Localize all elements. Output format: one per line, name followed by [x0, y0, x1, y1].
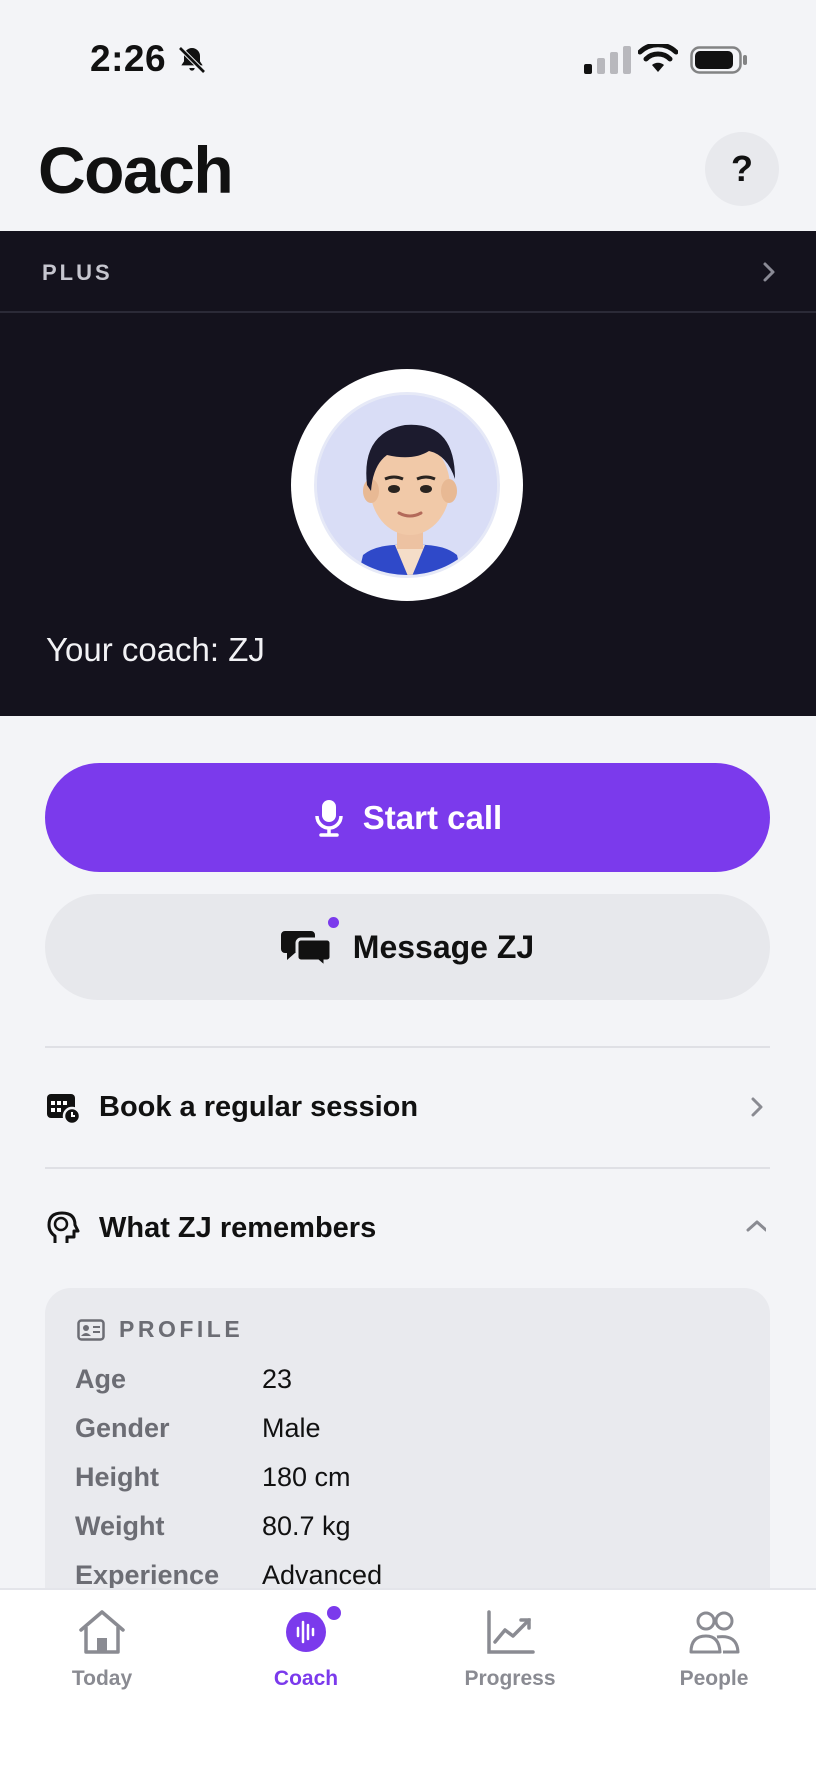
message-coach-label: Message ZJ	[352, 928, 535, 965]
field-label: Gender	[75, 1413, 170, 1443]
start-call-button[interactable]: Start call	[45, 763, 770, 872]
divider	[45, 1046, 770, 1048]
status-time: 2:26	[90, 38, 167, 79]
tab-coach[interactable]: Coach	[236, 1606, 376, 1691]
chevron-right-icon	[763, 262, 775, 282]
field-label: Weight	[75, 1511, 165, 1541]
divider	[45, 1167, 770, 1169]
page-title: Coach	[38, 133, 234, 207]
profile-field: Experience Advanced	[75, 1560, 382, 1591]
chart-icon	[487, 1610, 535, 1654]
field-label: Height	[75, 1462, 159, 1492]
coach-portrait	[314, 392, 500, 578]
field-label: Age	[75, 1364, 127, 1394]
tab-label: Progress	[464, 1667, 556, 1690]
tab-bar: Today Coach Progress People	[0, 1588, 816, 1769]
chevron-up-icon	[746, 1220, 766, 1232]
memory-section-label: What ZJ remembers	[99, 1211, 377, 1244]
field-value: 180 cm	[262, 1462, 351, 1492]
wifi-icon	[638, 44, 678, 72]
plan-label: PLUS	[42, 260, 113, 285]
field-value: Male	[262, 1413, 321, 1443]
home-icon	[79, 1610, 125, 1654]
battery-icon	[690, 46, 747, 74]
page-header: Coach ?	[0, 120, 816, 231]
coach-name: Your coach: ZJ	[46, 631, 265, 668]
field-value: Advanced	[262, 1560, 383, 1590]
profile-field: Age 23	[75, 1364, 292, 1395]
help-button[interactable]: ?	[705, 132, 779, 206]
profile-field: Weight 80.7 kg	[75, 1511, 351, 1542]
coach-hero: PLUS Your coach: ZJ	[0, 231, 816, 716]
silent-bell-icon	[178, 46, 206, 74]
tab-people[interactable]: People	[644, 1608, 784, 1691]
profile-field: Height 180 cm	[75, 1462, 351, 1493]
notification-dot	[327, 1606, 341, 1620]
unread-dot	[327, 917, 339, 928]
profile-title: PROFILE	[119, 1316, 244, 1342]
people-icon	[689, 1611, 740, 1654]
calendar-clock-icon	[47, 1094, 81, 1125]
book-session-row[interactable]: Book a regular session	[45, 1057, 770, 1157]
id-card-icon	[77, 1318, 105, 1341]
chevron-right-icon	[751, 1097, 763, 1117]
microphone-icon	[315, 799, 343, 837]
field-value: 23	[262, 1364, 293, 1394]
profile-header: PROFILE	[77, 1316, 243, 1343]
plan-row[interactable]: PLUS	[0, 231, 816, 313]
memory-section-toggle[interactable]: What ZJ remembers	[45, 1178, 770, 1278]
book-session-label: Book a regular session	[99, 1090, 419, 1123]
tab-label: Coach	[273, 1667, 339, 1690]
tab-label: People	[679, 1667, 749, 1690]
profile-card: PROFILE Age 23 Gender Male Height 180 cm…	[45, 1288, 770, 1628]
tab-progress[interactable]: Progress	[440, 1608, 580, 1691]
tab-today[interactable]: Today	[32, 1608, 172, 1691]
coach-voice-icon	[286, 1612, 326, 1652]
head-brain-icon	[47, 1211, 80, 1243]
coach-avatar	[291, 369, 523, 601]
field-label: Experience	[75, 1560, 220, 1590]
start-call-label: Start call	[362, 798, 503, 836]
tab-label: Today	[71, 1667, 133, 1690]
chat-bubbles-icon	[280, 917, 339, 971]
message-coach-button[interactable]: Message ZJ	[45, 894, 770, 1000]
field-value: 80.7 kg	[262, 1511, 351, 1541]
profile-field: Gender Male	[75, 1413, 321, 1444]
status-bar: 2:26	[0, 0, 816, 120]
cellular-signal-icon	[584, 46, 631, 74]
